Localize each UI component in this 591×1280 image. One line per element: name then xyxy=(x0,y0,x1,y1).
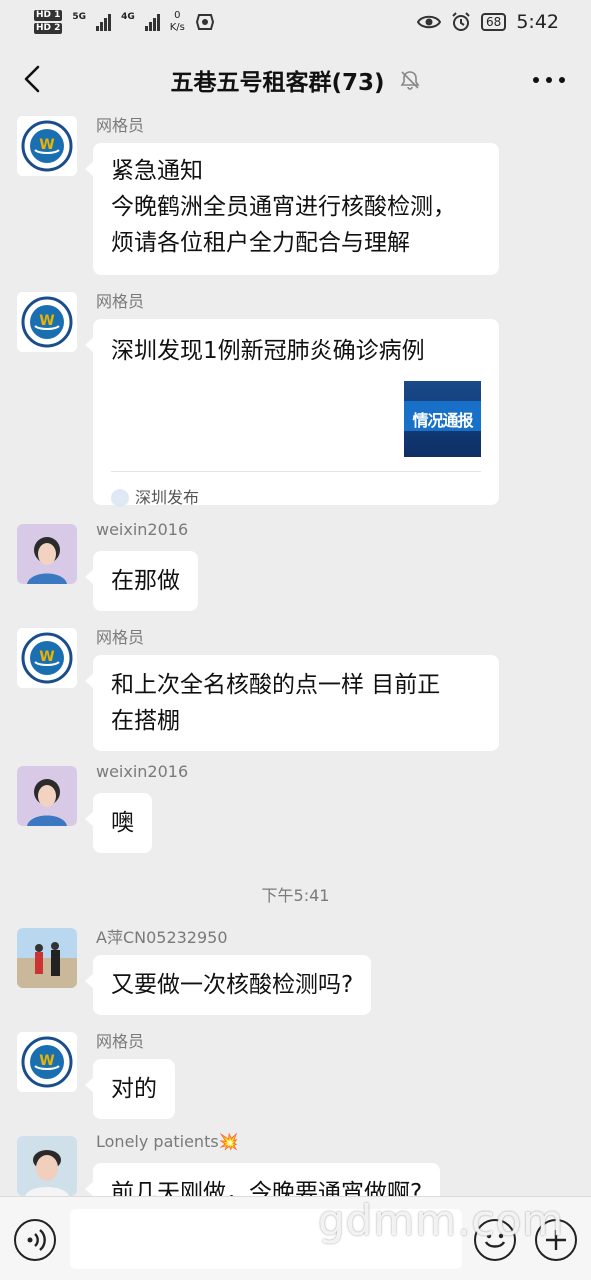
svg-text:W: W xyxy=(39,649,54,665)
message-bubble[interactable]: 又要做一次核酸检测吗? xyxy=(84,955,372,1015)
message-text: 在那做 xyxy=(111,568,180,594)
message-item: W 网格员 深圳发现1例新冠肺炎确诊病例 情况通报 深圳发布 xyxy=(17,292,577,512)
bell-off-icon xyxy=(400,71,420,90)
message-bubble[interactable]: 在那做 xyxy=(85,551,198,611)
message-item: Lonely patients💥 前几天刚做，今晚要通宵做啊? xyxy=(17,1132,577,1196)
message-text: 噢 xyxy=(111,810,134,836)
sender-name: Lonely patients💥 xyxy=(96,1132,239,1151)
battery-level: 68 xyxy=(481,13,507,31)
svg-text:W: W xyxy=(39,313,54,329)
avatar-weixin2016[interactable] xyxy=(17,524,77,584)
message-item: weixin2016 噢 xyxy=(17,762,577,856)
network-4g-label: 4G xyxy=(121,12,135,22)
hd1-badge: HD 1 xyxy=(34,10,63,21)
status-bar: HD 1 HD 2 5G 4G 0 K/s 68 5:42 xyxy=(0,0,591,44)
status-bar-right: 68 5:42 xyxy=(417,11,559,33)
message-bubble[interactable]: 对的 xyxy=(85,1059,175,1119)
alarm-icon xyxy=(452,12,470,31)
sender-name: 网格员 xyxy=(96,292,145,311)
network-speed: 0 K/s xyxy=(170,10,185,34)
voice-icon[interactable] xyxy=(14,1219,56,1261)
message-bubble[interactable]: 前几天刚做，今晚要通宵做啊? xyxy=(84,1163,441,1196)
message-line: 今晚鹤洲全员通宵进行核酸检测， xyxy=(111,194,456,220)
signal-icon-2 xyxy=(144,13,160,31)
avatar-grid-officer[interactable]: W xyxy=(17,116,77,176)
avatar-lonely-patients[interactable] xyxy=(17,1136,77,1196)
message-item: weixin2016 在那做 xyxy=(17,520,577,614)
message-text: 对的 xyxy=(111,1076,157,1102)
message-text: 前几天刚做，今晚要通宵做啊? xyxy=(111,1180,423,1196)
message-bubble[interactable]: 噢 xyxy=(85,793,152,853)
message-item: W 网格员 和上次全名核酸的点一样 目前正 在搭棚 xyxy=(17,628,577,753)
link-card[interactable]: 深圳发现1例新冠肺炎确诊病例 情况通报 深圳发布 xyxy=(85,319,499,507)
svg-text:W: W xyxy=(39,137,54,153)
avatar-grid-officer[interactable]: W xyxy=(17,1032,77,1092)
link-source: 深圳发布 xyxy=(111,471,481,516)
speed-value: 0 xyxy=(174,10,181,21)
avatar-a-ping[interactable] xyxy=(17,928,77,988)
watermark: gdmm.com xyxy=(318,1196,565,1245)
message-line: 和上次全名核酸的点一样 目前正 xyxy=(111,672,441,698)
signal-icon xyxy=(96,13,112,31)
more-dots-icon[interactable] xyxy=(533,68,565,92)
link-thumbnail: 情况通报 xyxy=(404,381,481,457)
message-item: A萍CN05232950 又要做一次核酸检测吗? xyxy=(17,928,577,1018)
speed-unit: K/s xyxy=(169,22,185,33)
network-5g-label: 5G xyxy=(72,12,87,22)
svg-text:W: W xyxy=(39,1053,54,1069)
message-line: 紧急通知 xyxy=(111,158,203,184)
hd-indicators: HD 1 HD 2 xyxy=(34,10,63,34)
source-name: 深圳发布 xyxy=(135,488,200,507)
message-list[interactable]: W 网格员 紧急通知 今晚鹤洲全员通宵进行核酸检测， 烦请各位租户全力配合与理解… xyxy=(0,116,591,1196)
chat-timestamp: 下午5:41 xyxy=(261,886,330,905)
avatar-grid-officer[interactable]: W xyxy=(17,292,77,352)
sender-name: weixin2016 xyxy=(96,520,189,539)
chat-title[interactable]: 五巷五号租客群(73) xyxy=(170,63,384,97)
message-bubble[interactable]: 紧急通知 今晚鹤洲全员通宵进行核酸检测， 烦请各位租户全力配合与理解 xyxy=(85,143,499,275)
avatar-weixin2016[interactable] xyxy=(17,766,77,826)
chevron-left-icon[interactable] xyxy=(18,64,48,94)
status-bar-left: HD 1 HD 2 5G 4G 0 K/s xyxy=(34,10,215,34)
hand-icon xyxy=(195,14,214,30)
message-bubble[interactable]: 和上次全名核酸的点一样 目前正 在搭棚 xyxy=(85,655,499,751)
link-title: 深圳发现1例新冠肺炎确诊病例 xyxy=(111,338,425,364)
thumbnail-text: 情况通报 xyxy=(412,411,473,430)
sender-name: 网格员 xyxy=(96,628,145,647)
message-text: 又要做一次核酸检测吗? xyxy=(111,972,354,998)
sender-name: 网格员 xyxy=(96,116,145,135)
message-line: 烦请各位租户全力配合与理解 xyxy=(111,230,410,256)
chat-header: 五巷五号租客群(73) xyxy=(0,44,591,116)
sender-name: A萍CN05232950 xyxy=(96,928,228,947)
eye-icon xyxy=(417,15,442,29)
sender-name: weixin2016 xyxy=(96,762,189,781)
source-logo-icon xyxy=(111,489,129,507)
avatar-grid-officer[interactable]: W xyxy=(17,628,77,688)
clock: 5:42 xyxy=(516,11,559,33)
message-item: W 网格员 紧急通知 今晚鹤洲全员通宵进行核酸检测， 烦请各位租户全力配合与理解 xyxy=(17,116,577,276)
hd2-badge: HD 2 xyxy=(34,23,63,34)
sender-name: 网格员 xyxy=(96,1032,145,1051)
message-line: 在搭棚 xyxy=(111,708,180,734)
message-item: W 网格员 对的 xyxy=(17,1032,577,1122)
